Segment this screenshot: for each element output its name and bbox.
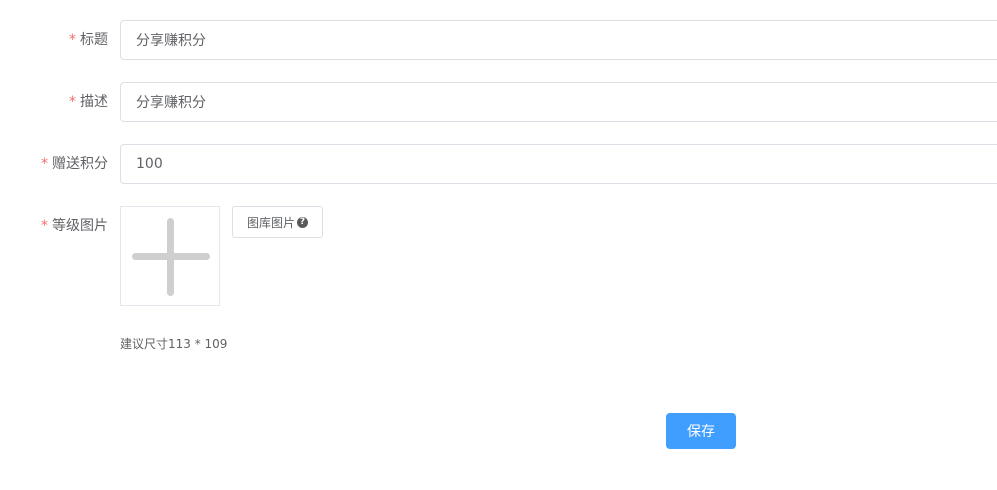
points-label-text: 赠送积分 — [52, 156, 108, 172]
form-row-description: * 描述 — [0, 82, 997, 122]
title-label-text: 标题 — [80, 32, 108, 48]
save-button[interactable]: 保存 — [666, 413, 736, 449]
image-label-text: 等级图片 — [52, 218, 108, 234]
question-help-icon[interactable]: ? — [297, 216, 309, 228]
form-row-title: * 标题 — [0, 20, 997, 60]
image-size-hint: 建议尺寸113 * 109 — [120, 337, 228, 351]
points-input[interactable] — [120, 144, 997, 184]
required-mark: * — [69, 32, 76, 48]
form-row-points: * 赠送积分 — [0, 144, 997, 184]
image-upload-box[interactable] — [120, 206, 220, 306]
settings-form-page: *标题 *描述 *赠送积分 *等级图片 图库图片 ? 建议尺寸113 * 109… — [0, 0, 997, 490]
required-mark: * — [41, 156, 48, 172]
image-library-button-label: 图库图片 — [247, 215, 296, 230]
required-mark: * — [69, 94, 76, 110]
description-label: * 描述 — [0, 82, 120, 122]
description-input[interactable] — [120, 82, 997, 122]
points-label: * 赠送积分 — [0, 144, 120, 184]
form-row-image: * 等级图片 — [0, 206, 220, 306]
title-label: * 标题 — [0, 20, 120, 60]
description-label-text: 描述 — [80, 94, 108, 110]
required-mark: * — [41, 218, 48, 234]
image-library-button[interactable]: 图库图片 ? — [232, 206, 324, 238]
title-input[interactable] — [120, 20, 997, 60]
image-label: * 等级图片 — [0, 206, 120, 246]
plus-icon — [130, 216, 212, 298]
